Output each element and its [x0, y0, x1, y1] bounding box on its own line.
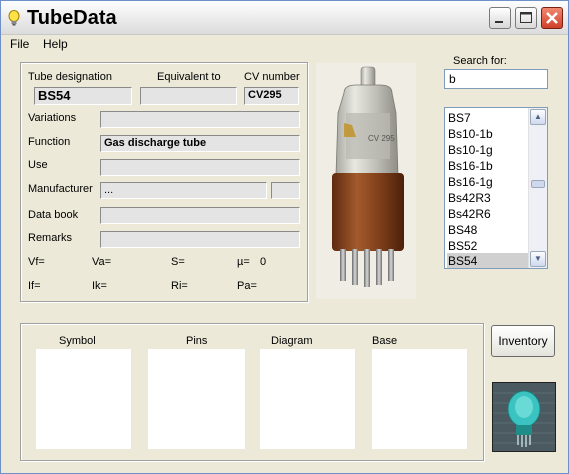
- remarks-field[interactable]: [100, 231, 300, 248]
- window-title: TubeData: [27, 7, 117, 29]
- equivalent-field[interactable]: [140, 87, 237, 105]
- equivalent-label: Equivalent to: [157, 71, 221, 83]
- search-label: Search for:: [453, 55, 507, 67]
- manufacturer-label: Manufacturer: [28, 183, 93, 195]
- menu-bar: File Help: [1, 35, 568, 54]
- list-item[interactable]: Bs42R6: [447, 206, 531, 222]
- manufacturer-code-field[interactable]: [271, 182, 300, 199]
- tube-print-label: CV 295: [368, 134, 395, 143]
- function-field[interactable]: Gas discharge tube: [100, 135, 300, 152]
- use-label: Use: [28, 159, 48, 171]
- diagram-panel: [260, 349, 355, 449]
- tube-photo: CV 295: [316, 63, 416, 299]
- minimize-button[interactable]: [489, 7, 511, 29]
- variations-field[interactable]: [100, 111, 300, 128]
- menu-file[interactable]: File: [10, 37, 29, 51]
- list-item[interactable]: BS52: [447, 238, 531, 254]
- symbol-panel: [36, 349, 131, 449]
- maximize-button[interactable]: [515, 7, 537, 29]
- manufacturer-field[interactable]: ...: [100, 182, 267, 199]
- list-item[interactable]: BS48: [447, 222, 531, 238]
- list-item[interactable]: BS7: [447, 110, 531, 126]
- search-input[interactable]: b: [444, 69, 548, 89]
- pa-label: Pa=: [237, 280, 257, 292]
- pins-panel: [148, 349, 245, 449]
- base-label: Base: [372, 335, 398, 347]
- va-label: Va=: [92, 256, 112, 268]
- scroll-down-icon: ▼: [534, 254, 542, 263]
- list-item[interactable]: Bs16-1g: [447, 174, 531, 190]
- diagram-label: Diagram: [271, 335, 313, 347]
- scroll-up-icon: ▲: [534, 112, 542, 121]
- cv-number-label: CV number: [244, 71, 300, 83]
- inventory-button[interactable]: Inventory: [491, 325, 555, 357]
- maximize-icon: [520, 12, 532, 23]
- title-bar[interactable]: TubeData: [1, 1, 568, 35]
- minimize-icon: [495, 21, 503, 23]
- databook-label: Data book: [28, 209, 79, 221]
- if-label: If=: [28, 280, 41, 292]
- mu-label: µ=: [237, 256, 250, 268]
- list-item-selected[interactable]: BS54: [447, 253, 531, 268]
- designation-field[interactable]: BS54: [34, 87, 132, 105]
- close-icon: [546, 12, 558, 24]
- tube-logo-icon: [493, 383, 555, 451]
- base-panel: [372, 349, 467, 449]
- mu-value: 0: [260, 256, 267, 268]
- databook-field[interactable]: [100, 207, 300, 224]
- scroll-up-button[interactable]: ▲: [530, 109, 546, 125]
- ik-label: Ik=: [92, 280, 107, 292]
- variations-label: Variations: [28, 112, 77, 124]
- vf-label: Vf=: [28, 256, 45, 268]
- symbol-label: Symbol: [59, 335, 96, 347]
- lightbulb-icon: [8, 10, 20, 26]
- tube-listbox[interactable]: BS7 Bs10-1b Bs10-1g Bs16-1b Bs16-1g Bs42…: [444, 107, 548, 269]
- s-label: S=: [171, 256, 185, 268]
- ri-label: Ri=: [171, 280, 188, 292]
- use-field[interactable]: [100, 159, 300, 176]
- scroll-thumb[interactable]: [531, 180, 545, 188]
- list-scrollbar[interactable]: ▲ ▼: [528, 108, 547, 268]
- close-button[interactable]: [541, 7, 563, 29]
- pins-label: Pins: [186, 335, 208, 347]
- cv-number-field[interactable]: CV295: [244, 87, 299, 105]
- list-item[interactable]: Bs10-1g: [447, 142, 531, 158]
- list-item[interactable]: Bs42R3: [447, 190, 531, 206]
- tube-image: CV 295: [332, 66, 404, 287]
- remarks-label: Remarks: [28, 232, 73, 244]
- menu-help[interactable]: Help: [43, 37, 68, 51]
- list-item[interactable]: Bs10-1b: [447, 126, 531, 142]
- app-window: TubeData File Help Tube designation Equi…: [0, 0, 569, 474]
- list-item[interactable]: Bs16-1b: [447, 158, 531, 174]
- scroll-down-button[interactable]: ▼: [530, 251, 546, 267]
- function-label: Function: [28, 136, 71, 148]
- designation-label: Tube designation: [28, 71, 112, 83]
- app-logo: [492, 382, 556, 452]
